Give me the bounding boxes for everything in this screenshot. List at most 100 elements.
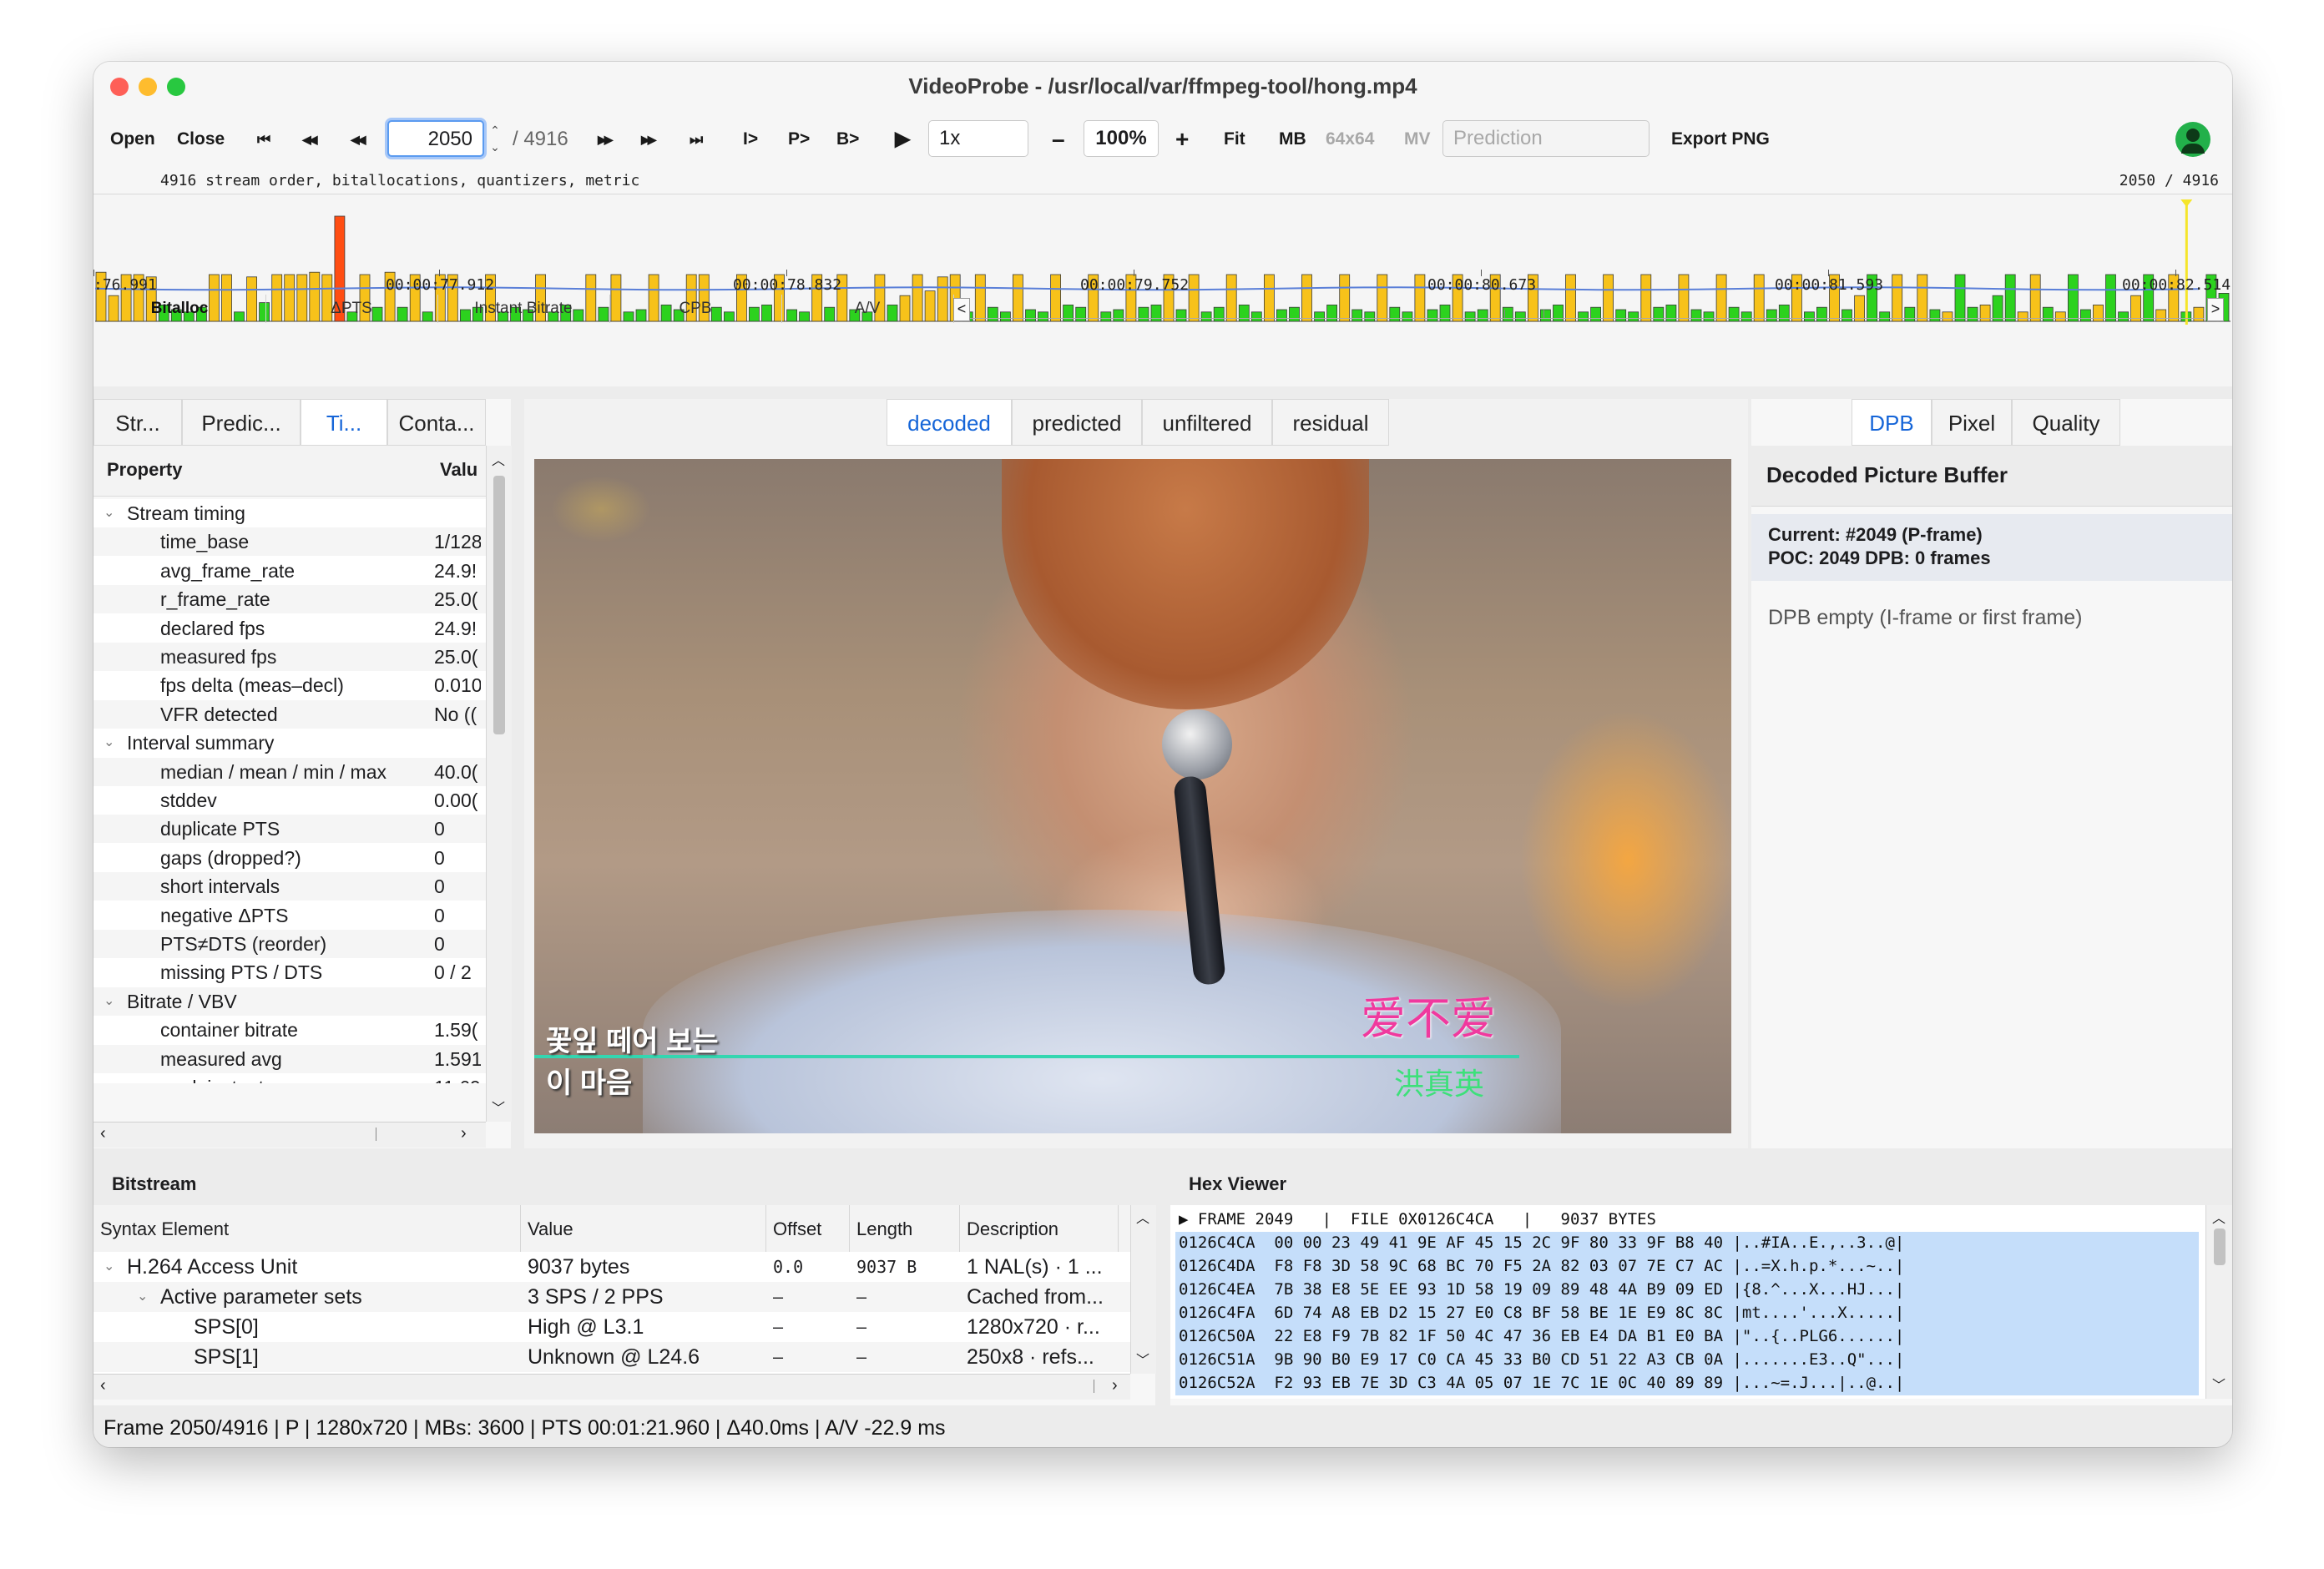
properties-scrollbar[interactable]: ︿ ﹀ [486,446,512,1122]
viewer-tab-decoded[interactable]: decoded [887,399,1012,446]
property-group[interactable]: ⌄ Interval summary [93,729,486,758]
bs-scroll-up-icon[interactable]: ︿ [1136,1207,1149,1227]
property-row[interactable]: avg_frame_rate 24.9! [93,556,486,585]
next-p-frame-button[interactable]: P> [788,110,810,169]
bitstream-hscrollbar[interactable]: ‹ › [93,1374,1130,1400]
bitstream-column-header[interactable]: Offset [773,1218,821,1240]
properties-tab[interactable]: Conta... [387,399,486,446]
bitstream-row[interactable]: SPS[0] High @ L3.1 – – 1280x720 · r... [93,1312,1130,1342]
hscroll-thumb[interactable] [117,1128,376,1141]
properties-hscrollbar[interactable]: ‹ › [93,1122,486,1148]
rewind-fast-icon[interactable]: ◀◀ [302,110,317,169]
hex-line[interactable]: 0126C52A F2 93 EB 7E 3D C3 4A 05 07 1E 7… [1179,1372,1904,1395]
bitstream-column-header[interactable]: Syntax Element [100,1218,229,1240]
scroll-up-icon[interactable]: ︿ [492,449,505,469]
property-row[interactable]: peak instant 11.69 [93,1073,486,1083]
play-icon[interactable]: ▶ [895,110,910,169]
fit-button[interactable]: Fit [1224,110,1245,169]
viewer-tab-residual[interactable]: residual [1272,399,1389,446]
bitstream-column-header[interactable]: Value [528,1218,573,1240]
property-row[interactable]: PTS≠DTS (reorder) 0 [93,930,486,958]
timeline-tab--pts[interactable]: ΔPTS [265,295,438,323]
hex-scroll-thumb[interactable] [2214,1228,2225,1265]
hex-line[interactable]: 0126C51A 9B 90 B0 E9 17 C0 CA 45 33 B0 C… [1179,1349,1904,1371]
video-frame[interactable]: 꽃잎 떼어 보는 이 마음 爱不爱 洪真英 [534,459,1731,1133]
viewer-tab-predicted[interactable]: predicted [1012,399,1142,446]
timeline-tab-a-v[interactable]: A/V [781,295,954,323]
property-row[interactable]: stddev 0.00( [93,786,486,815]
frame-number-input[interactable]: 2050 [387,120,484,157]
last-frame-icon[interactable]: ⏭ [690,110,703,169]
hex-line[interactable]: 0126C4DA F8 F8 3D 58 9C 68 BC 70 F5 2A 8… [1179,1255,1904,1278]
property-row[interactable]: duplicate PTS 0 [93,815,486,844]
property-row[interactable]: time_base 1/128 [93,527,486,557]
property-row[interactable]: fps delta (meas–decl) 0.010 [93,671,486,700]
chevron-down-icon[interactable]: ⌄ [104,1252,114,1282]
dpb-tab-pixel[interactable]: Pixel [1932,399,2012,446]
mb-toggle[interactable]: MB [1279,110,1306,169]
property-row[interactable]: measured avg 1.591 [93,1044,486,1073]
next-b-frame-button[interactable]: B> [836,110,859,169]
property-column-header[interactable]: Property [107,459,182,481]
properties-scroll-thumb[interactable] [493,476,505,734]
mv-toggle[interactable]: MV [1404,110,1431,169]
dpb-tab-dpb[interactable]: DPB [1852,399,1932,446]
hscroll-left-icon[interactable]: ‹ [100,1124,106,1143]
viewer-tab-unfiltered[interactable]: unfiltered [1142,399,1272,446]
timeline-scroll-right[interactable]: > [2207,298,2224,321]
bs-hscroll-thumb[interactable] [117,1380,1094,1393]
chevron-down-icon[interactable]: ⌄ [104,729,114,757]
open-button[interactable]: Open [110,110,155,169]
chevron-down-icon[interactable]: ⌄ [104,499,114,527]
property-row[interactable]: VFR detected No (( [93,699,486,729]
bitstream-scrollbar[interactable]: ︿ ﹀ [1130,1205,1156,1374]
value-column-header[interactable]: Valu [440,459,477,481]
hex-line[interactable]: 0126C50A 22 E8 F9 7B 82 1F 50 4C 47 36 E… [1179,1325,1904,1348]
next-i-frame-button[interactable]: I> [743,110,758,169]
property-row[interactable]: short intervals 0 [93,872,486,901]
forward-fast-icon[interactable]: ▶▶ [641,110,656,169]
timeline-scrollbar-thumb[interactable] [1504,310,1544,318]
timeline-scrollbar-track[interactable] [970,310,2204,319]
properties-tab[interactable]: Ti... [301,399,387,446]
bitstream-row[interactable]: ⌄ Active parameter sets 3 SPS / 2 PPS – – Cac… [93,1282,1130,1312]
hscroll-right-icon[interactable]: › [461,1124,467,1143]
hex-line[interactable]: 0126C4EA 7B 38 E8 5E EE 93 1D 58 19 09 8… [1179,1279,1904,1301]
bs-scroll-down-icon[interactable]: ﹀ [1136,1349,1149,1369]
speed-field[interactable]: 1x [928,120,1028,157]
hex-content[interactable]: ▶ FRAME 2049 | FILE 0X0126C4CA | 9037 BY… [1170,1205,2205,1399]
frame-stepper[interactable]: ⌃ ⌄ [489,122,501,155]
scroll-down-icon[interactable]: ﹀ [492,1097,505,1117]
dpb-tab-quality[interactable]: Quality [2012,399,2120,446]
property-row[interactable]: r_frame_rate 25.0( [93,585,486,614]
step-forward-icon[interactable]: ▶▶ [598,110,613,169]
bs-hscroll-right-icon[interactable]: › [1112,1376,1118,1395]
timeline-tab-bitalloc[interactable]: Bitalloc [93,295,266,323]
timeline-scroll-left[interactable]: < [953,298,970,321]
grid-size-toggle[interactable]: 64x64 [1326,110,1374,169]
property-group[interactable]: ⌄ Bitrate / VBV [93,986,486,1016]
properties-tab[interactable]: Predic... [182,399,301,446]
step-back-icon[interactable]: ◀◀ [351,110,366,169]
zoom-in-button[interactable]: + [1175,110,1189,169]
property-row[interactable]: measured fps 25.0( [93,643,486,671]
timeline-tab-instant-bitrate[interactable]: Instant Bitrate [437,295,610,323]
property-row[interactable]: missing PTS / DTS 0 / 2 [93,958,486,987]
bitstream-row[interactable]: SPS[1] Unknown @ L24.6 – – 250x8 · refs... [93,1342,1130,1372]
bitstream-column-header[interactable]: Description [967,1218,1058,1240]
bitstream-row[interactable]: ⌄ H.264 Access Unit 9037 bytes 0.0 9037 B 1 N… [93,1252,1130,1282]
properties-tab[interactable]: Str... [93,399,182,446]
hex-line[interactable]: 0126C4FA 6D 74 A8 EB D2 15 27 E0 C8 BF 5… [1179,1302,1904,1324]
zoom-out-button[interactable]: – [1052,110,1065,169]
prediction-field[interactable]: Prediction [1442,120,1650,157]
first-frame-icon[interactable]: ⏮ [257,110,270,169]
bitstream-column-header[interactable]: Length [856,1218,912,1240]
property-row[interactable]: negative ΔPTS 0 [93,901,486,930]
timeline-chart[interactable]: :76.991 00:00:77.912 00:00:78.832 00:00:79.… [93,194,2232,386]
chevron-down-icon[interactable]: ⌄ [137,1282,148,1312]
property-row[interactable]: container bitrate 1.59( [93,1016,486,1045]
chevron-down-icon[interactable]: ⌄ [104,987,114,1016]
export-png-button[interactable]: Export PNG [1671,110,1770,169]
hex-scroll-down-icon[interactable]: ﹀ [2212,1374,2225,1394]
zoom-level[interactable]: 100% [1084,120,1159,157]
